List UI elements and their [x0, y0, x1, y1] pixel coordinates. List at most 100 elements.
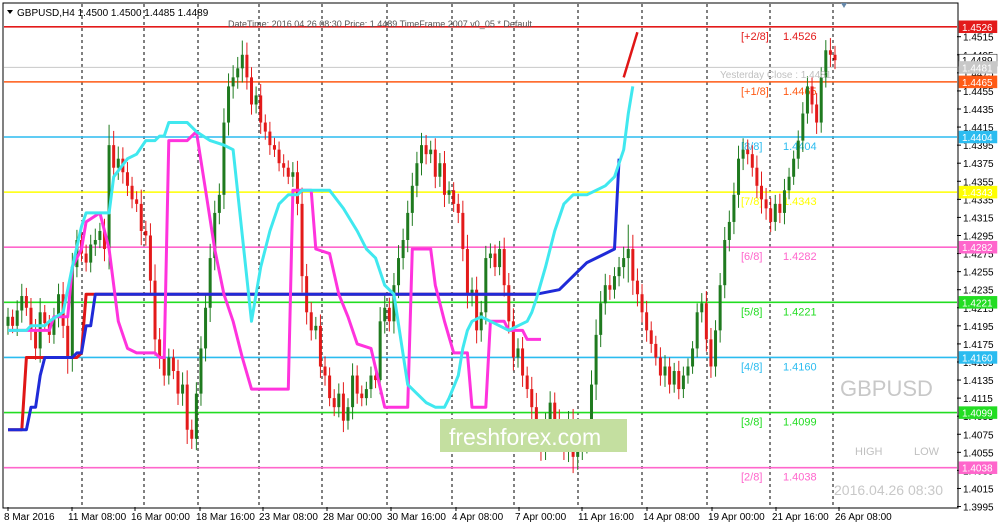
level-value-3: 1.4343	[783, 196, 817, 208]
candle-body	[723, 240, 727, 286]
level-label-6: [4/8]	[741, 361, 762, 373]
x-tick-label-3: 18 Mar 16:00	[196, 512, 255, 523]
y-tick-label-17: 1.4175	[963, 340, 994, 351]
symbol-overlay: GBPUSD	[840, 376, 933, 401]
candle-body	[236, 68, 240, 78]
x-tick-label-2: 16 Mar 00:00	[131, 512, 190, 523]
y-tick-label-26: 1.3995	[963, 503, 994, 514]
candle-body	[608, 285, 612, 290]
y-tick-label-11: 1.4295	[963, 231, 994, 242]
y-tick-label-19: 1.4135	[963, 376, 994, 387]
price-box-label-4: 1.4404	[962, 133, 993, 144]
candle-body	[658, 357, 662, 376]
x-tick-label-0: 8 Mar 2016	[4, 512, 55, 523]
y-tick-label-4: 1.4435	[963, 105, 994, 116]
x-tick-label-10: 14 Apr 08:00	[643, 512, 700, 523]
level-label-7: [3/8]	[741, 417, 762, 429]
candle-body	[815, 104, 819, 123]
candle-body	[328, 375, 332, 399]
candle-body	[686, 366, 690, 376]
candle-body	[176, 371, 180, 394]
y-tick-label-23: 1.4055	[963, 448, 994, 459]
candle-body	[272, 145, 276, 150]
candle-body	[194, 393, 198, 439]
candle-body	[162, 357, 166, 376]
candle-body	[438, 163, 442, 177]
level-value-6: 1.4160	[783, 361, 817, 373]
candle-body	[424, 145, 428, 155]
candle-body	[640, 294, 644, 313]
price-box-label-5: 1.4343	[962, 188, 993, 199]
candle-body	[810, 86, 814, 105]
price-box-label-9: 1.4099	[962, 409, 993, 420]
candle-body	[479, 312, 483, 331]
candle-body	[750, 154, 754, 168]
candle-body	[125, 172, 129, 186]
candle-body	[461, 212, 465, 250]
candle-body	[488, 253, 492, 259]
candle-body	[24, 296, 28, 308]
candle-body	[787, 176, 791, 191]
x-tick-label-13: 26 Apr 08:00	[835, 512, 892, 523]
candle-body	[66, 325, 70, 358]
candle-body	[553, 402, 557, 421]
candle-body	[314, 325, 318, 331]
candle-body	[231, 77, 235, 87]
candle-body	[204, 307, 208, 349]
candle-body	[773, 203, 777, 222]
candle-body	[112, 145, 116, 168]
candle-body	[502, 249, 506, 286]
candle-body	[240, 54, 244, 69]
candle-body	[222, 122, 226, 195]
candle-body	[116, 158, 120, 168]
candle-body	[498, 249, 502, 268]
candle-body	[190, 429, 194, 439]
candle-body	[764, 199, 768, 209]
candle-body	[171, 357, 175, 372]
candle-body	[282, 163, 286, 168]
price-box-label-0: 1.4526	[962, 23, 993, 34]
candle-body	[286, 167, 290, 177]
candle-body	[465, 249, 469, 295]
price-box-label-10: 1.4038	[962, 464, 993, 475]
candle-body	[254, 95, 258, 105]
candle-body	[700, 303, 704, 313]
candle-body	[612, 276, 616, 290]
candle-body	[364, 389, 368, 399]
candle-body	[626, 249, 630, 259]
candle-body	[309, 312, 313, 331]
candle-body	[603, 285, 607, 304]
candle-body	[351, 375, 355, 408]
candle-body	[484, 258, 488, 313]
candle-body	[447, 190, 451, 195]
candle-body	[668, 366, 672, 385]
candle-body	[704, 303, 708, 340]
candle-body	[355, 375, 359, 394]
candle-body	[406, 212, 410, 241]
x-tick-label-12: 21 Apr 16:00	[772, 512, 829, 523]
y-tick-label-0: 1.4515	[963, 33, 994, 44]
candle-body	[709, 339, 713, 367]
candle-body	[452, 190, 456, 204]
candle-body	[295, 172, 299, 204]
candle-body	[759, 185, 763, 200]
candle-body	[250, 77, 254, 105]
candle-body	[714, 330, 718, 367]
candle-body	[769, 208, 773, 222]
candle-body	[691, 348, 695, 367]
price-chart[interactable]: [+2/8] 1.4526[+1/8] 1.4465[8/8] 1.4404[7/8]…	[0, 0, 1001, 528]
watermark: freshforex.com	[449, 424, 601, 450]
candle-body	[695, 312, 699, 349]
candle-body	[135, 199, 139, 204]
candle-body	[530, 389, 534, 408]
candle-body	[442, 163, 446, 195]
symbol-line: GBPUSD,H4 1.4500 1.4500 1.4485 1.4489	[17, 8, 209, 19]
candle-body	[323, 366, 327, 376]
candle-body	[475, 289, 479, 331]
candle-body	[318, 325, 322, 367]
candle-body	[622, 258, 626, 268]
level-value-0: 1.4526	[783, 31, 817, 43]
candle-body	[741, 149, 745, 159]
candle-body	[20, 296, 24, 311]
candle-body	[755, 167, 759, 186]
